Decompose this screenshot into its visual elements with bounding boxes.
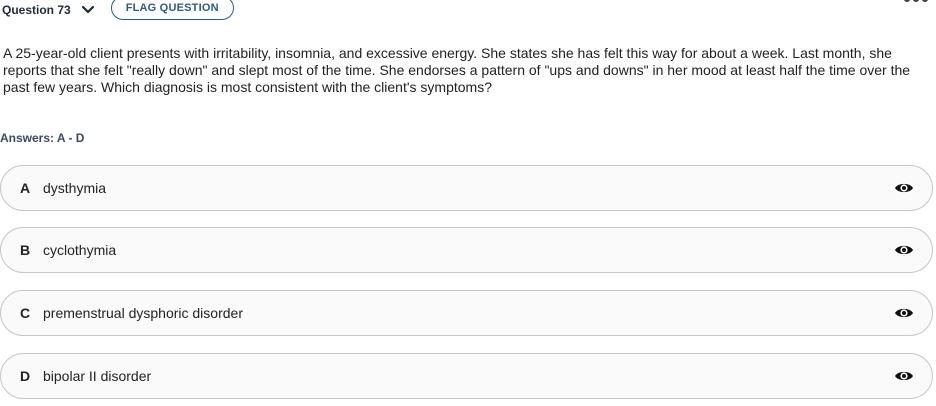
chevron-down-icon[interactable] bbox=[81, 3, 95, 17]
more-icon-dot bbox=[913, 0, 919, 2]
option-letter: B bbox=[20, 242, 31, 258]
question-header: Question 73 FLAG QUESTION bbox=[0, 0, 234, 22]
question-page: Question 73 FLAG QUESTION A 25-year-old … bbox=[0, 0, 936, 406]
eye-icon[interactable] bbox=[894, 243, 914, 257]
option-letter: C bbox=[20, 305, 31, 321]
answer-option-d[interactable]: D bipolar II disorder bbox=[0, 353, 933, 399]
answers-label: Answers: A - D bbox=[0, 131, 85, 145]
answer-option-c[interactable]: C premenstrual dysphoric disorder bbox=[0, 290, 933, 336]
question-number: Question 73 bbox=[2, 3, 71, 17]
eye-icon[interactable] bbox=[894, 181, 914, 195]
more-icon-dot bbox=[922, 0, 928, 2]
flag-question-button[interactable]: FLAG QUESTION bbox=[110, 0, 234, 20]
more-icon-dot bbox=[904, 0, 910, 2]
option-text: bipolar II disorder bbox=[43, 368, 152, 384]
more-icon[interactable] bbox=[904, 0, 928, 2]
eye-icon[interactable] bbox=[894, 306, 914, 320]
eye-icon[interactable] bbox=[894, 369, 914, 383]
option-text: dysthymia bbox=[43, 180, 107, 196]
answer-option-b[interactable]: B cyclothymia bbox=[0, 227, 933, 273]
question-text: A 25-year-old client presents with irrit… bbox=[3, 45, 911, 95]
option-letter: D bbox=[20, 368, 31, 384]
answer-option-a[interactable]: A dysthymia bbox=[0, 165, 933, 211]
option-text: premenstrual dysphoric disorder bbox=[43, 305, 243, 321]
option-text: cyclothymia bbox=[43, 242, 117, 258]
option-letter: A bbox=[20, 180, 31, 196]
